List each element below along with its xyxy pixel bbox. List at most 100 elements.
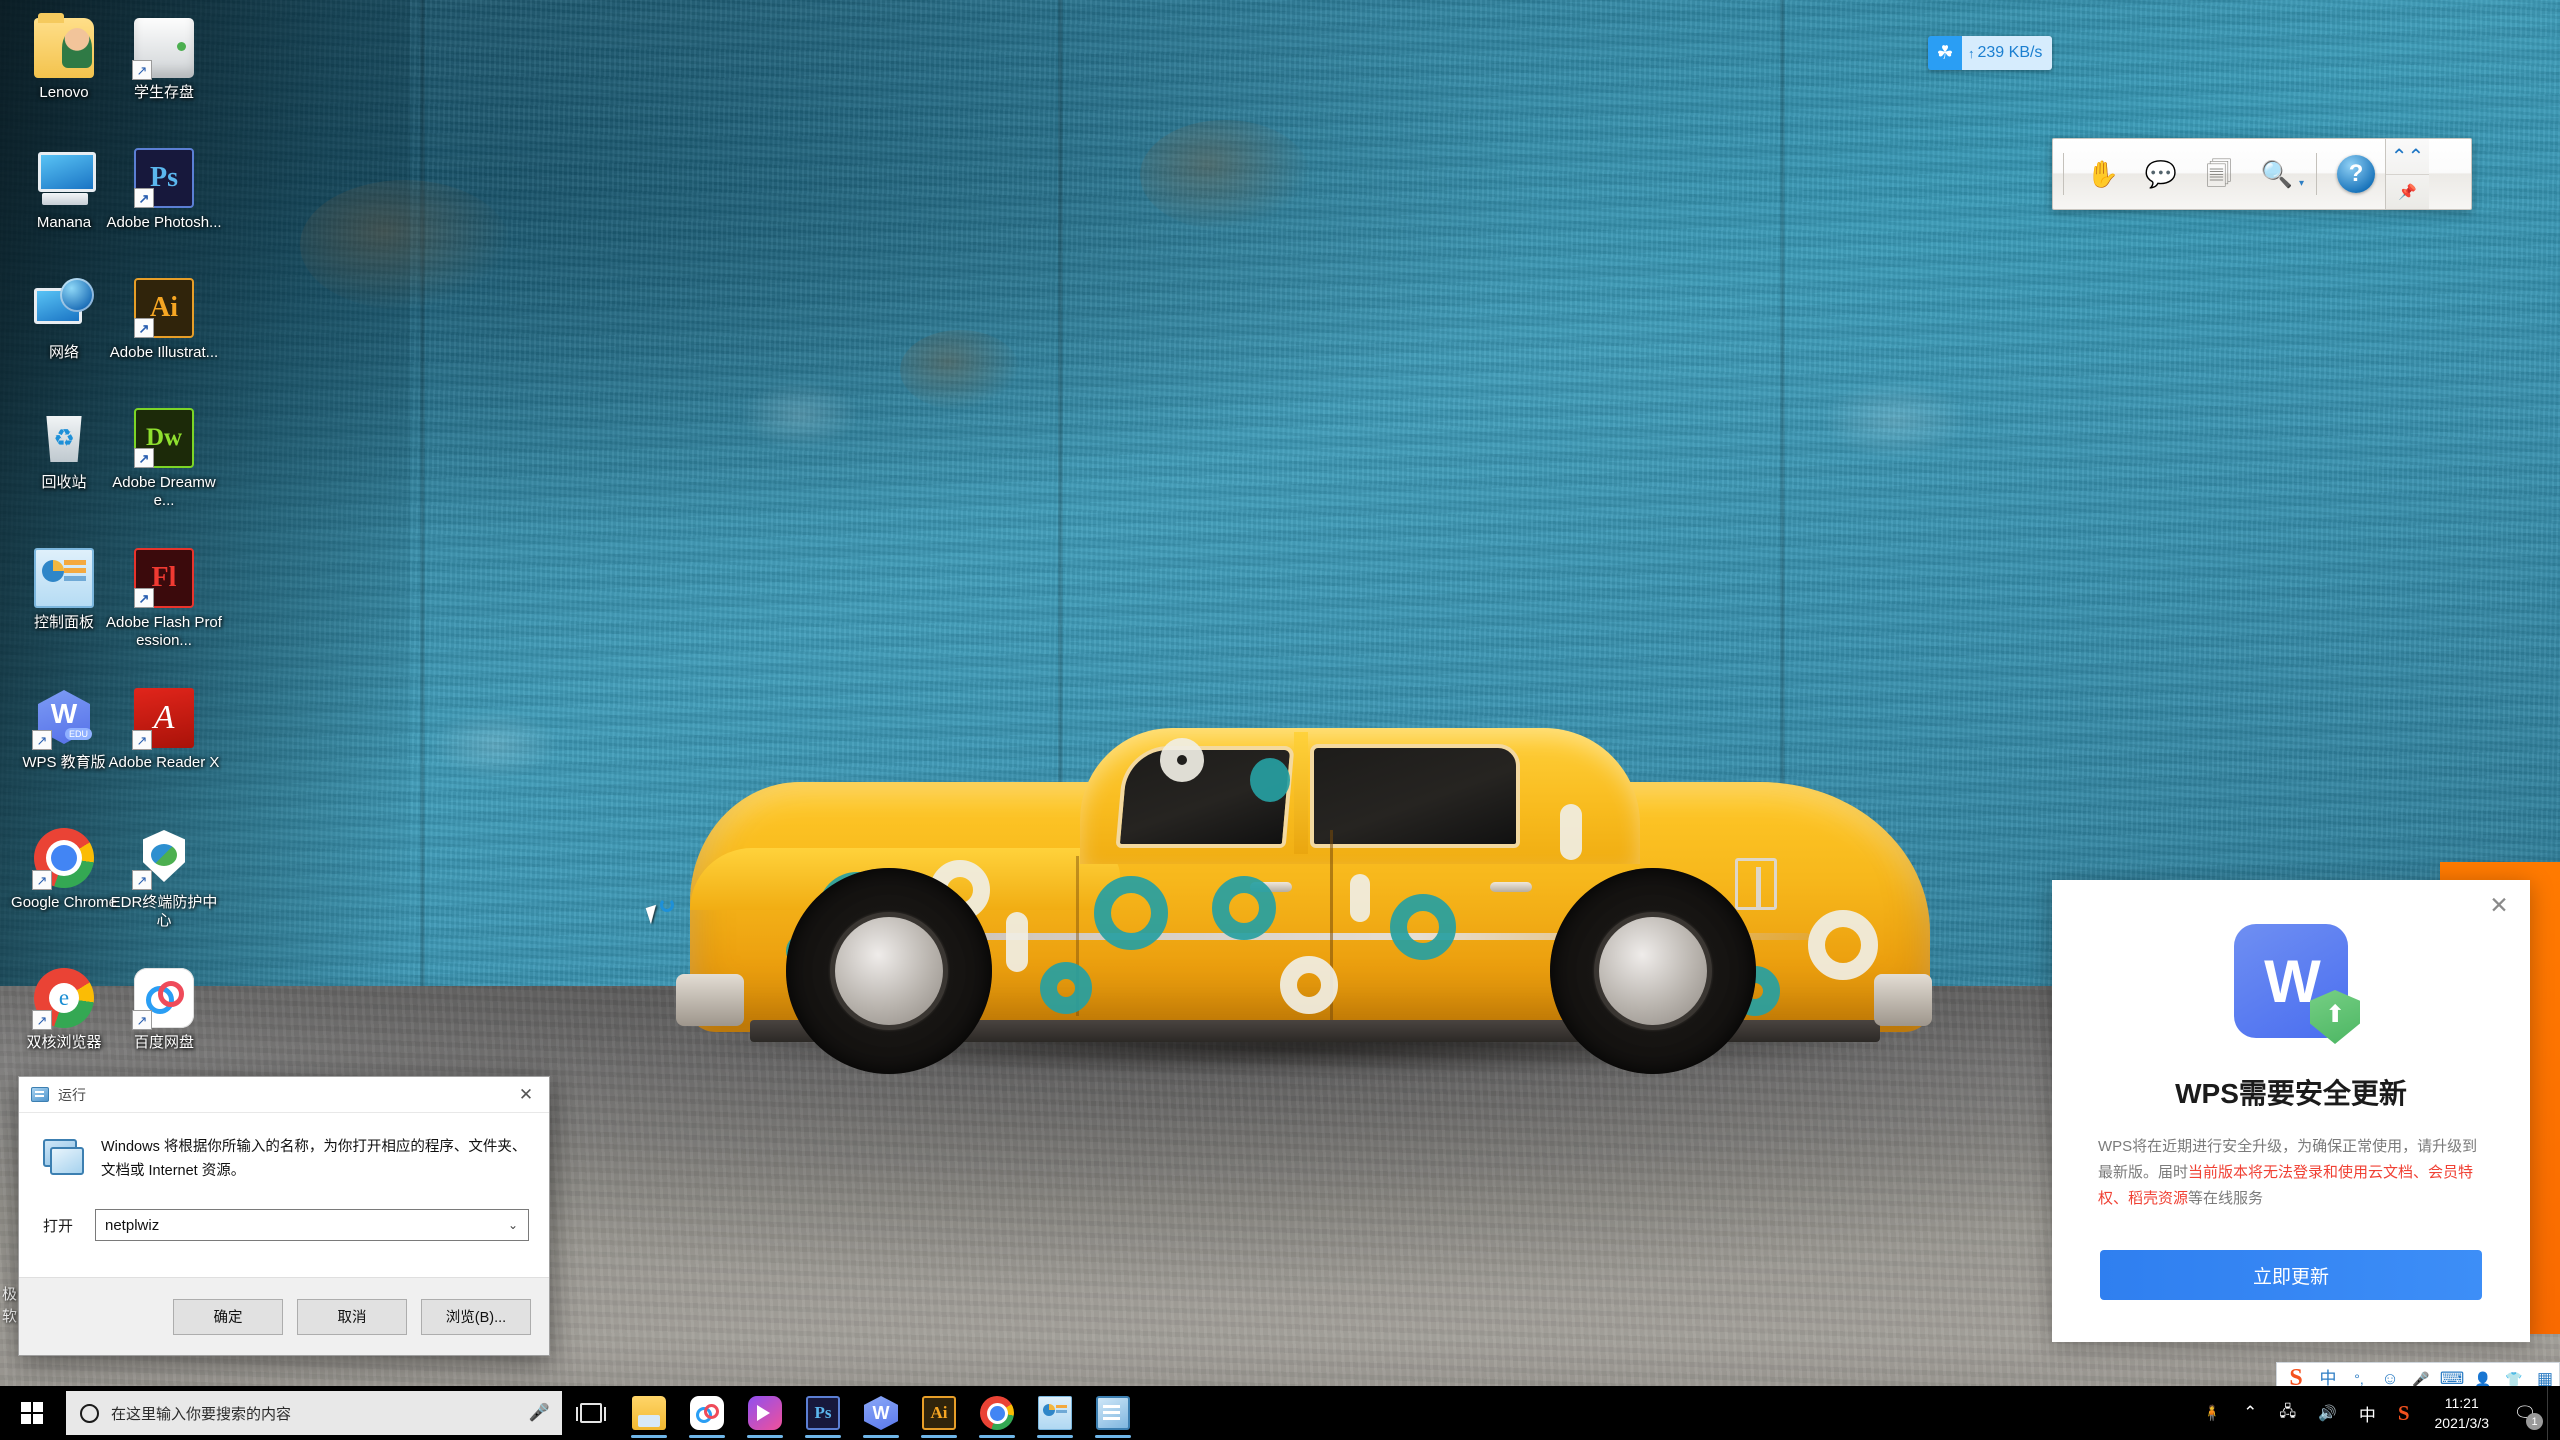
browse-button[interactable]: 浏览(B)...: [421, 1298, 531, 1335]
taskbar-google-chrome[interactable]: [968, 1386, 1026, 1440]
desktop-icon-6[interactable]: Ai ↗ Adobe Illustrat...: [106, 278, 222, 362]
running-indicator: [631, 1435, 667, 1438]
start-button[interactable]: [0, 1386, 64, 1440]
network-icon: [34, 278, 94, 338]
taskbar-search-box[interactable]: 在这里输入你要搜索的内容 🎤: [66, 1391, 562, 1435]
taskbar-adobe-illustrator[interactable]: Ai: [910, 1386, 968, 1440]
desktop-icon-14[interactable]: ↗ EDR终端防护中心: [106, 828, 222, 930]
close-icon[interactable]: ✕: [503, 1077, 549, 1113]
task-view-button[interactable]: [562, 1386, 620, 1440]
skin-icon[interactable]: 👕: [2500, 1372, 2528, 1386]
cancel-button[interactable]: 取消: [297, 1298, 407, 1335]
run-command-input[interactable]: netplwiz: [105, 1217, 498, 1234]
running-indicator: [863, 1435, 899, 1438]
run-dialog[interactable]: 运行 ✕ Windows 将根据你所输入的名称，为你打开相应的程序、文件夹、文档…: [18, 1076, 550, 1356]
taskbar-control-panel[interactable]: [1026, 1386, 1084, 1440]
emoji-icon[interactable]: ☺: [2376, 1370, 2404, 1387]
search-input[interactable]: 在这里输入你要搜索的内容: [111, 1403, 529, 1424]
hand-icon: ✋: [2086, 159, 2120, 189]
microphone-icon[interactable]: 🎤: [529, 1403, 550, 1423]
zoom-document-button[interactable]: 🔍 ▾: [2248, 139, 2306, 209]
car-door-handle: [1490, 882, 1532, 892]
chevron-down-icon[interactable]: ▾: [2299, 178, 2304, 189]
desktop-icon-4[interactable]: Ps ↗ Adobe Photosh...: [106, 148, 222, 232]
baidu-netdisk-speed-badge[interactable]: ☘ ↑ 239 KB/s: [1928, 36, 2053, 70]
ok-button[interactable]: 确定: [173, 1298, 283, 1335]
soft-keyboard-icon[interactable]: ⌨: [2438, 1370, 2466, 1387]
running-indicator: [1037, 1435, 1073, 1438]
update-now-button[interactable]: 立即更新: [2100, 1250, 2482, 1300]
taskbar-file-explorer[interactable]: [620, 1386, 678, 1440]
wps-update-popup[interactable]: ✕ W ⬆ WPS需要安全更新 WPS将在近期进行安全升级，为确保正常使用，请升…: [2052, 880, 2530, 1342]
punctuation-mode-button[interactable]: °,: [2345, 1372, 2373, 1386]
adobe-illustrator-icon: Ai: [922, 1396, 956, 1430]
ime-language-indicator[interactable]: 中: [2348, 1401, 2387, 1426]
notification-count-badge: 1: [2526, 1413, 2543, 1430]
share-document-button[interactable]: 🗐: [2190, 139, 2248, 209]
desktop-icon-13[interactable]: ↗ Google Chrome: [6, 828, 122, 912]
taskbar-run-dialog[interactable]: [1084, 1386, 1142, 1440]
close-icon[interactable]: ✕: [2484, 890, 2514, 920]
pin-toolbar-button[interactable]: 📌: [2386, 173, 2429, 210]
pin-icon: 📌: [2398, 183, 2417, 201]
notification-center-button[interactable]: 🗨 1: [2503, 1386, 2547, 1440]
desktop-icon-10[interactable]: Fl ↗ Adobe Flash Profession...: [106, 548, 222, 650]
edge2-icon: ↗: [32, 968, 94, 1030]
desktop-icon-8[interactable]: Dw ↗ Adobe Dreamwe...: [106, 408, 222, 510]
sogou-tray-icon[interactable]: S: [2387, 1401, 2421, 1426]
toolbox-icon[interactable]: ▦: [2531, 1370, 2559, 1387]
voice-input-icon[interactable]: 🎤: [2407, 1372, 2435, 1386]
system-tray: 🧍 ⌃ 🖧 🔊 中 S 11:21 2021/3/3 🗨 1: [2191, 1386, 2560, 1440]
run-command-combobox[interactable]: netplwiz ⌄: [95, 1209, 529, 1241]
baidu-netdisk-icon: [690, 1396, 724, 1430]
desktop-icon-2[interactable]: ↗ 学生存盘: [106, 18, 222, 102]
show-desktop-button[interactable]: [2547, 1386, 2556, 1440]
shortcut-arrow-icon: ↗: [134, 318, 154, 338]
chinese-mode-button[interactable]: 中: [2314, 1370, 2342, 1387]
running-indicator: [979, 1435, 1015, 1438]
comment-tool-button[interactable]: 💬: [2132, 139, 2190, 209]
floating-pdf-toolbar[interactable]: ✋ 💬 🗐 🔍 ▾ ? ⌃⌃ 📌: [2052, 138, 2472, 210]
desktop-icon-7[interactable]: 回收站: [6, 408, 122, 492]
desktop-icon-15[interactable]: ↗ 双核浏览器: [6, 968, 122, 1052]
shortcut-arrow-icon: ↗: [132, 1010, 152, 1030]
chevron-down-icon[interactable]: ⌄: [498, 1218, 528, 1232]
car-decal-ring: [1280, 956, 1338, 1014]
user-account-icon[interactable]: 👤: [2469, 1372, 2497, 1386]
help-button[interactable]: ?: [2327, 139, 2385, 209]
open-label: 打开: [43, 1217, 74, 1235]
desktop-icon-1[interactable]: Lenovo: [6, 13, 122, 102]
shortcut-arrow-icon: ↗: [132, 870, 152, 890]
desktop-icon-3[interactable]: Manana: [6, 148, 122, 232]
desktop-icon-5[interactable]: 网络: [6, 278, 122, 362]
taskbar-wps-office[interactable]: W: [852, 1386, 910, 1440]
toolbar-divider: [2063, 153, 2064, 195]
desktop-icon-11[interactable]: W EDU ↗ WPS 教育版: [6, 688, 122, 772]
wps-logo-letter: W: [50, 698, 78, 729]
volume-icon[interactable]: 🔊: [2307, 1404, 2348, 1422]
taskbar-video-editor[interactable]: [736, 1386, 794, 1440]
taskbar-clock[interactable]: 11:21 2021/3/3: [2421, 1393, 2504, 1433]
taskbar-baidu-netdisk[interactable]: [678, 1386, 736, 1440]
desktop-icon-12[interactable]: ↗ Adobe Reader X: [106, 688, 222, 772]
speed-value-wrap: ↑ 239 KB/s: [1962, 36, 2053, 70]
monitor-icon: [34, 148, 96, 208]
desktop-icon-9[interactable]: 控制面板: [6, 548, 122, 632]
desktop-icon-label: Adobe Reader X: [108, 754, 220, 771]
hand-tool-button[interactable]: ✋: [2074, 139, 2132, 209]
run-dialog-titlebar[interactable]: 运行 ✕: [19, 1077, 549, 1113]
ps-icon: Ps ↗: [134, 148, 194, 208]
wallpaper-stain: [1140, 120, 1310, 230]
desktop-icon-label: 控制面板: [33, 614, 94, 631]
network-icon[interactable]: 🖧: [2268, 1401, 2307, 1426]
show-hidden-icons-button[interactable]: ⌃: [2232, 1403, 2268, 1423]
toolbar-side-controls: ⌃⌃ 📌: [2385, 139, 2429, 209]
desktop-icon-16[interactable]: ↗ 百度网盘: [106, 968, 222, 1052]
car-decal-ring: [1040, 962, 1092, 1014]
people-icon[interactable]: 🧍: [2191, 1404, 2232, 1422]
dw-icon: Dw ↗: [134, 408, 194, 468]
taskbar-adobe-photoshop[interactable]: Ps: [794, 1386, 852, 1440]
baidu-netdisk-icon: ☘: [1928, 36, 1962, 70]
desktop-icon-label: WPS 教育版: [22, 754, 106, 771]
collapse-toolbar-button[interactable]: ⌃⌃: [2386, 139, 2429, 174]
